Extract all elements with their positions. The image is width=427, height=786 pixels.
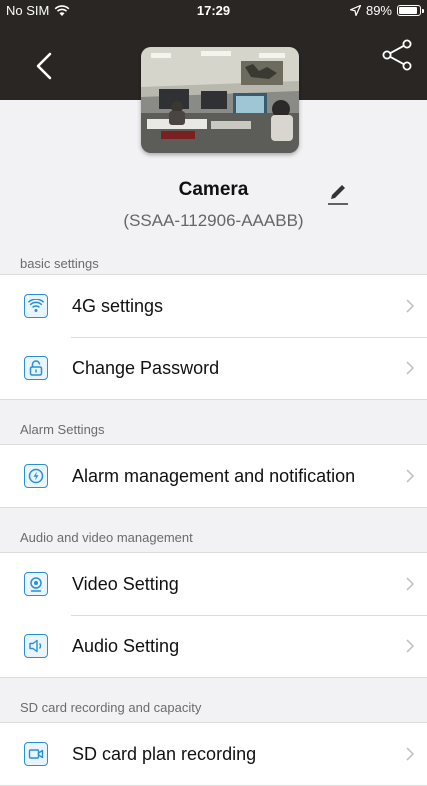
row-label: 4G settings — [72, 295, 164, 316]
edit-name-button[interactable] — [325, 180, 351, 206]
recording-icon — [24, 742, 48, 766]
battery-percent: 89% — [365, 3, 392, 18]
row-label: Alarm management and notification — [72, 465, 356, 486]
group-audio-video: Video Setting Audio Setting — [0, 552, 427, 678]
row-label: Change Password — [72, 357, 220, 378]
status-bar: No SIM 17:29 89% — [0, 0, 427, 20]
share-icon — [382, 39, 412, 71]
chevron-right-icon — [406, 299, 415, 313]
chevron-right-icon — [406, 639, 415, 653]
chevron-left-icon — [36, 52, 52, 80]
settings-row-audio-setting[interactable]: Audio Setting — [0, 615, 427, 677]
chevron-right-icon — [406, 577, 415, 591]
audio-icon — [24, 634, 48, 658]
lock-icon — [24, 356, 48, 380]
pencil-icon — [328, 185, 348, 205]
chevron-right-icon — [406, 361, 415, 375]
section-header-audio-video: Audio and video management — [20, 530, 193, 545]
chevron-right-icon — [406, 747, 415, 761]
settings-row-4g[interactable]: 4G settings — [0, 275, 427, 337]
settings-row-video-setting[interactable]: Video Setting — [0, 553, 427, 615]
row-label: Audio Setting — [72, 635, 180, 656]
section-header-basic-settings: basic settings — [20, 256, 99, 271]
video-icon — [24, 572, 48, 596]
section-header-alarm-settings: Alarm Settings — [20, 422, 105, 437]
section-header-sd-card: SD card recording and capacity — [20, 700, 202, 715]
camera-preview-thumbnail[interactable] — [141, 47, 299, 153]
device-id: (SSAA-112906-AAABB) — [123, 211, 304, 230]
settings-row-alarm-management[interactable]: Alarm management and notification — [0, 445, 427, 507]
camera-snapshot-image — [141, 47, 299, 153]
share-button[interactable] — [381, 38, 413, 72]
device-info: Camera (SSAA-112906-AAABB) — [0, 178, 427, 232]
chevron-right-icon — [406, 469, 415, 483]
alarm-icon — [24, 464, 48, 488]
wifi-icon — [24, 294, 48, 318]
group-alarm-settings: Alarm management and notification — [0, 444, 427, 508]
back-button[interactable] — [30, 46, 60, 86]
battery-icon — [397, 5, 424, 16]
row-label: SD card plan recording — [72, 743, 257, 764]
group-sd-card: SD card plan recording — [0, 722, 427, 786]
row-label: Video Setting — [72, 573, 179, 594]
settings-row-change-password[interactable]: Change Password — [0, 337, 427, 399]
settings-row-sd-plan-recording[interactable]: SD card plan recording — [0, 723, 427, 785]
group-basic-settings: 4G settings Change Password — [0, 274, 427, 400]
location-arrow-icon — [349, 5, 361, 16]
device-name: Camera — [178, 179, 249, 200]
